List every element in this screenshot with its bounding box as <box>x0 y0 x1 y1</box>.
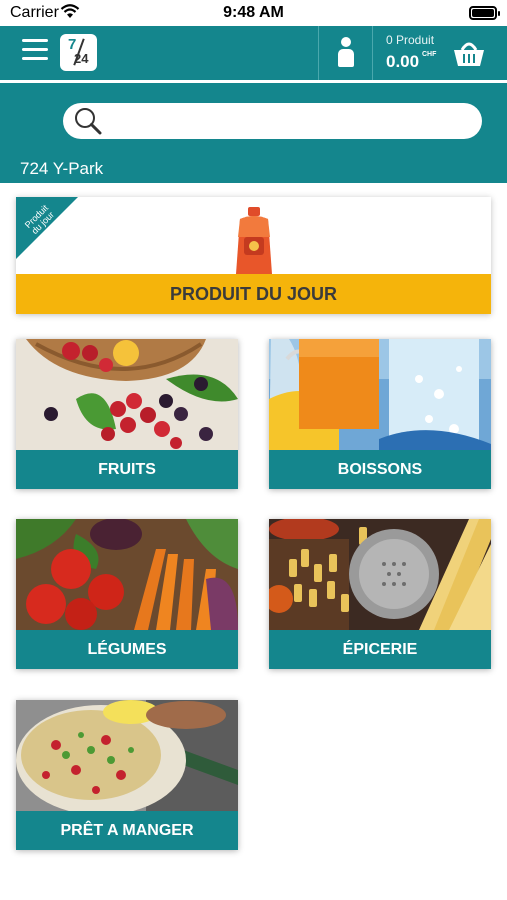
search-band: 724 Y-Park <box>0 83 507 183</box>
category-legumes[interactable]: LÉGUMES <box>16 519 238 669</box>
search-input[interactable] <box>63 103 482 139</box>
category-fruits[interactable]: FRUITS <box>16 339 238 489</box>
category-label: ÉPICERIE <box>269 630 491 669</box>
status-time: 9:48 AM <box>223 4 284 21</box>
fruits-photo <box>16 339 238 450</box>
app-header: 7 24 0 Produit 0.00 CHF <box>0 26 507 80</box>
category-label: PRÊT A MANGER <box>16 811 238 850</box>
category-boissons[interactable]: BOISSONS <box>269 339 491 489</box>
product-of-day-label: PRODUIT DU JOUR <box>16 274 491 314</box>
category-label: LÉGUMES <box>16 630 238 669</box>
category-label: FRUITS <box>16 450 238 489</box>
search-icon <box>75 108 102 135</box>
category-epicerie[interactable]: ÉPICERIE <box>269 519 491 669</box>
epicerie-photo <box>269 519 491 630</box>
menu-icon[interactable] <box>22 39 48 65</box>
category-pret-a-manger[interactable]: PRÊT A MANGER <box>16 700 238 850</box>
pouch-image <box>236 207 272 274</box>
cart-total: 0.00 <box>386 52 420 71</box>
header-divider <box>372 26 373 80</box>
status-bar: Carrier 9:48 AM <box>0 0 507 26</box>
logo-text-bottom: 24 <box>74 51 89 66</box>
category-label: BOISSONS <box>269 450 491 489</box>
boissons-photo <box>269 339 491 450</box>
basket-icon[interactable] <box>452 38 486 68</box>
battery-icon <box>469 6 500 20</box>
location-label: 724 Y-Park <box>20 159 104 178</box>
product-of-day-card[interactable]: Produit du jour PRODUIT DU JOUR <box>16 197 491 314</box>
account-button[interactable] <box>319 26 372 80</box>
legumes-photo <box>16 519 238 630</box>
app-logo[interactable]: 7 24 <box>60 34 97 71</box>
cart-count: 0 Produit <box>386 33 435 47</box>
user-icon <box>337 37 355 69</box>
pret-a-manger-photo <box>16 700 238 811</box>
cart-currency: CHF <box>422 51 437 58</box>
